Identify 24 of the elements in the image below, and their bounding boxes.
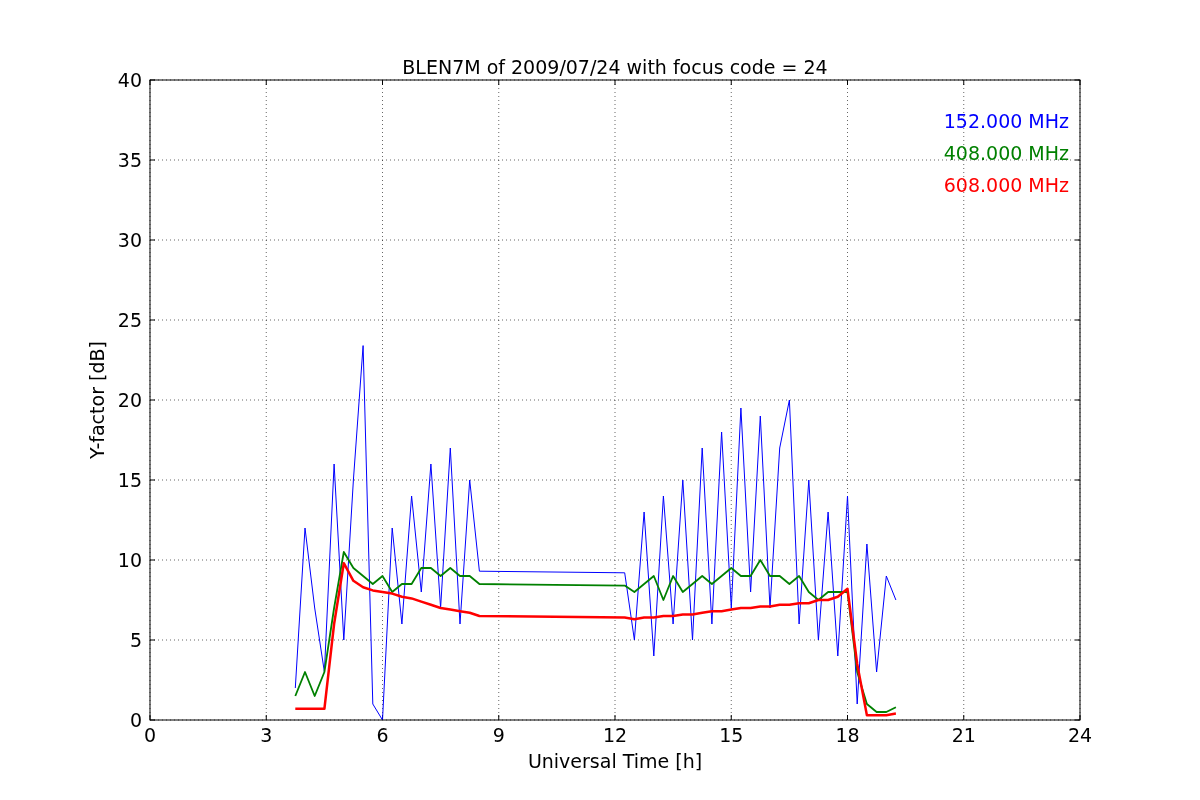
x-tick-label: 12 [602, 724, 628, 746]
y-tick-label: 40 [117, 69, 142, 91]
y-tick-label: 25 [117, 309, 142, 331]
legend-label: 408.000 MHz [943, 142, 1069, 164]
y-tick-label: 10 [117, 549, 142, 571]
x-tick-label: 21 [951, 724, 976, 746]
y-tick-label: 15 [117, 469, 142, 491]
y-axis-label: Y-factor [dB] [86, 341, 108, 459]
x-tick-label: 18 [835, 724, 860, 746]
legend-label: 608.000 MHz [943, 174, 1069, 196]
x-tick-label: 6 [376, 724, 389, 746]
x-tick-label: 24 [1067, 724, 1093, 746]
x-axis-label: Universal Time [h] [527, 750, 703, 772]
y-tick-label: 35 [117, 149, 142, 171]
y-tick-label: 0 [129, 709, 142, 731]
x-tick-label: 15 [719, 724, 744, 746]
legend-label: 152.000 MHz [943, 110, 1069, 132]
y-tick-label: 20 [117, 389, 142, 411]
x-tick-label: 9 [492, 724, 505, 746]
y-tick-label: 30 [117, 229, 142, 251]
x-tick-label: 3 [260, 724, 273, 746]
x-tick-label: 0 [143, 724, 157, 746]
y-tick-label: 5 [129, 629, 142, 651]
chart-title: BLEN7M of 2009/07/24 with focus code = 24 [402, 56, 828, 78]
